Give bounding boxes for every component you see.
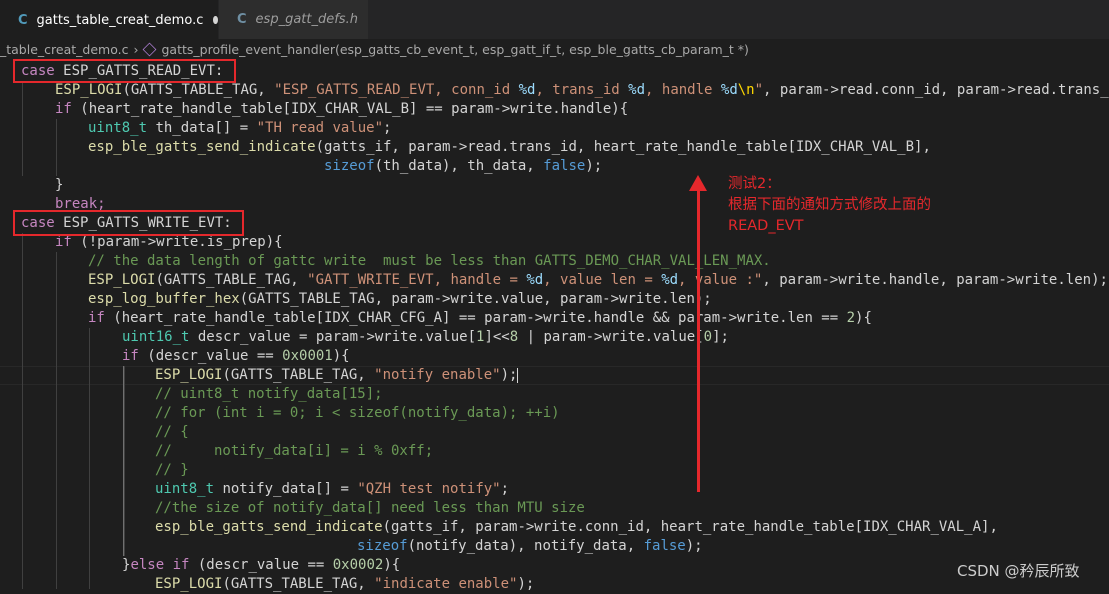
c-file-icon: C <box>237 12 247 27</box>
annotation-line: 测试2： <box>728 176 781 192</box>
code-line: esp_ble_gatts_send_indicate(gatts_if, pa… <box>155 519 998 535</box>
tab-label: esp_gatt_defs.h <box>255 12 358 27</box>
code-line: if (heart_rate_handle_table[IDX_CHAR_CFG… <box>88 310 872 326</box>
chevron-right-icon: › <box>133 41 139 57</box>
code-line: uint8_t notify_data[] = "QZH test notify… <box>155 481 510 497</box>
code-comment: //the size of notify_data[] need less th… <box>155 500 585 516</box>
code-comment: // uint8_t notify_data[15]; <box>155 386 383 402</box>
code-line: ESP_LOGI(GATTS_TABLE_TAG, "indicate enab… <box>155 576 535 592</box>
indent-guide <box>89 328 90 589</box>
c-file-icon: C <box>18 12 28 28</box>
code-comment: // notify_data[i] = i % 0xff; <box>155 443 434 459</box>
code-comment: // } <box>155 462 189 478</box>
code-line: if (heart_rate_handle_table[IDX_CHAR_VAL… <box>55 101 629 117</box>
code-comment: // { <box>155 424 189 440</box>
text-cursor <box>517 367 519 383</box>
annotation-arrow <box>697 186 700 492</box>
indent-guide <box>22 233 23 589</box>
tab-gatts-table-creat-demo[interactable]: C gatts_table_creat_demo.c <box>0 0 218 39</box>
code-line: sizeof(th_data), th_data, false); <box>324 158 603 174</box>
code-line: sizeof(notify_data), notify_data, false)… <box>357 538 703 554</box>
tab-esp-gatt-defs[interactable]: C esp_gatt_defs.h <box>218 0 368 39</box>
code-line: esp_ble_gatts_send_indicate(gatts_if, pa… <box>88 139 931 155</box>
indent-guide <box>56 252 57 589</box>
highlight-box-write-evt <box>13 210 244 236</box>
watermark: CSDN @矜辰所致 <box>957 562 1080 580</box>
breadcrumb-symbol[interactable]: gatts_profile_event_handler(esp_gatts_cb… <box>161 42 748 57</box>
code-line: ESP_LOGI(GATTS_TABLE_TAG, "GATT_WRITE_EV… <box>88 272 1108 288</box>
breadcrumb-file[interactable]: _table_creat_demo.c <box>0 42 128 57</box>
indent-guide-active <box>123 366 125 556</box>
method-cube-icon <box>143 42 157 56</box>
code-line: } <box>55 177 64 193</box>
editor-tab-bar: C gatts_table_creat_demo.c C esp_gatt_de… <box>0 0 1109 39</box>
code-line: ESP_LOGI(GATTS_TABLE_TAG, "notify enable… <box>155 367 519 383</box>
code-comment: // the data length of gattc write must b… <box>88 253 771 269</box>
indent-guide <box>22 81 23 176</box>
indent-guide <box>56 119 57 176</box>
code-line: }else if (descr_value == 0x0002){ <box>122 557 401 573</box>
code-line: esp_log_buffer_hex(GATTS_TABLE_TAG, para… <box>88 291 712 307</box>
arrow-up-icon <box>689 175 707 191</box>
code-line: uint16_t descr_value = param->write.valu… <box>122 329 729 345</box>
code-line: uint8_t th_data[] = "TH read value"; <box>88 120 392 136</box>
annotation-note: 测试2： 根据下面的通知方式修改上面的 READ_EVT <box>728 174 931 237</box>
annotation-line: READ_EVT <box>728 218 804 234</box>
tab-label: gatts_table_creat_demo.c <box>36 12 204 28</box>
code-comment: // for (int i = 0; i < sizeof(notify_dat… <box>155 405 560 421</box>
breadcrumb: _table_creat_demo.c › gatts_profile_even… <box>0 40 1109 58</box>
annotation-line: 根据下面的通知方式修改上面的 <box>728 197 931 213</box>
highlight-box-read-evt <box>13 59 236 83</box>
code-line: ESP_LOGI(GATTS_TABLE_TAG, "ESP_GATTS_REA… <box>55 82 1109 98</box>
code-line: if (descr_value == 0x0001){ <box>122 348 350 364</box>
